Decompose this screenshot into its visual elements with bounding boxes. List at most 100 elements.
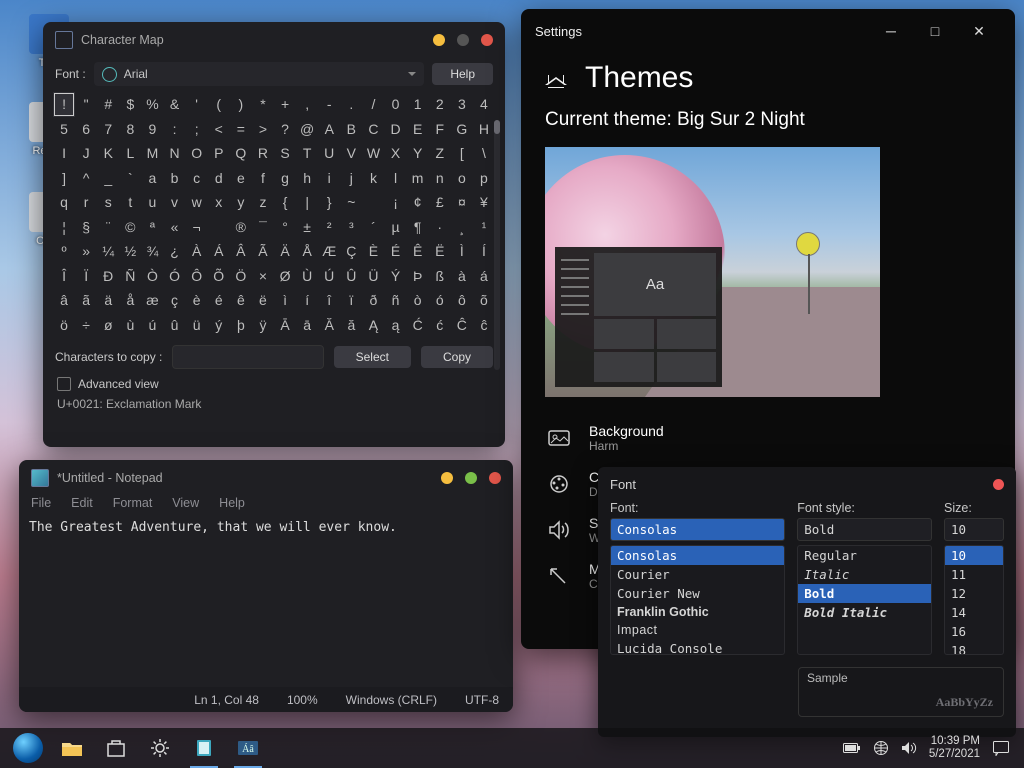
char-cell[interactable]: 3 bbox=[451, 92, 473, 117]
char-cell[interactable]: l bbox=[385, 166, 407, 191]
char-cell[interactable]: Æ bbox=[318, 239, 340, 264]
char-cell[interactable]: Á bbox=[208, 239, 230, 264]
char-cell[interactable]: À bbox=[186, 239, 208, 264]
char-cell[interactable]: ° bbox=[274, 215, 296, 240]
char-cell[interactable]: ´ bbox=[362, 215, 384, 240]
char-cell[interactable]: z bbox=[252, 190, 274, 215]
char-cell[interactable]: Õ bbox=[208, 264, 230, 289]
char-cell[interactable]: > bbox=[252, 117, 274, 142]
char-cell[interactable]: õ bbox=[473, 288, 495, 313]
char-cell[interactable]: M bbox=[141, 141, 163, 166]
char-cell[interactable]: ~ bbox=[340, 190, 362, 215]
char-cell[interactable]: ­ bbox=[208, 215, 230, 240]
menu-file[interactable]: File bbox=[31, 496, 51, 510]
char-cell[interactable]: B bbox=[340, 117, 362, 142]
list-item[interactable]: Courier bbox=[611, 565, 784, 584]
char-cell[interactable]: r bbox=[75, 190, 97, 215]
char-cell[interactable]: p bbox=[473, 166, 495, 191]
char-cell[interactable]: 5 bbox=[53, 117, 75, 142]
char-cell[interactable]: æ bbox=[141, 288, 163, 313]
menu-view[interactable]: View bbox=[172, 496, 199, 510]
volume-icon[interactable] bbox=[901, 741, 917, 755]
char-cell[interactable]: Ï bbox=[75, 264, 97, 289]
char-cell[interactable]: h bbox=[296, 166, 318, 191]
char-cell[interactable]: ĉ bbox=[473, 313, 495, 338]
char-cell[interactable]: ¦ bbox=[53, 215, 75, 240]
char-cell[interactable]: º bbox=[53, 239, 75, 264]
char-cell[interactable]: E bbox=[407, 117, 429, 142]
char-cell[interactable]: d bbox=[208, 166, 230, 191]
char-cell[interactable]: a bbox=[141, 166, 163, 191]
char-cell[interactable]: Ö bbox=[230, 264, 252, 289]
char-cell[interactable]: H bbox=[473, 117, 495, 142]
char-cell[interactable]: % bbox=[141, 92, 163, 117]
char-cell[interactable]: ^ bbox=[75, 166, 97, 191]
char-cell[interactable]: W bbox=[362, 141, 384, 166]
char-cell[interactable]: K bbox=[97, 141, 119, 166]
theme-preview[interactable]: Aa bbox=[545, 147, 880, 397]
font-size-input[interactable]: 10 bbox=[944, 518, 1004, 541]
char-cell[interactable]: P bbox=[208, 141, 230, 166]
notifications-icon[interactable] bbox=[992, 740, 1010, 756]
char-cell[interactable]: ' bbox=[186, 92, 208, 117]
char-cell[interactable]: Ô bbox=[186, 264, 208, 289]
list-item[interactable]: Lucida Console bbox=[611, 639, 784, 655]
char-cell[interactable]: \ bbox=[473, 141, 495, 166]
char-cell[interactable]: ® bbox=[230, 215, 252, 240]
char-cell[interactable]: ê bbox=[230, 288, 252, 313]
char-cell[interactable]: L bbox=[119, 141, 141, 166]
notepad-titlebar[interactable]: *Untitled - Notepad bbox=[19, 460, 513, 496]
char-cell[interactable]: Ù bbox=[296, 264, 318, 289]
close-icon[interactable] bbox=[489, 472, 501, 484]
char-cell[interactable]: . bbox=[340, 92, 362, 117]
char-cell[interactable]: < bbox=[208, 117, 230, 142]
char-cell[interactable]: : bbox=[164, 117, 186, 142]
char-cell[interactable]: x bbox=[208, 190, 230, 215]
char-cell[interactable]: k bbox=[362, 166, 384, 191]
char-cell[interactable]: î bbox=[318, 288, 340, 313]
char-cell[interactable]: þ bbox=[230, 313, 252, 338]
char-cell[interactable]: e bbox=[230, 166, 252, 191]
menu-edit[interactable]: Edit bbox=[71, 496, 93, 510]
char-cell[interactable]: / bbox=[362, 92, 384, 117]
char-cell[interactable]: 8 bbox=[119, 117, 141, 142]
char-cell[interactable]: { bbox=[274, 190, 296, 215]
char-cell[interactable]: ú bbox=[141, 313, 163, 338]
char-cell[interactable]: Â bbox=[230, 239, 252, 264]
char-cell[interactable]: ª bbox=[141, 215, 163, 240]
minimize-icon[interactable] bbox=[433, 34, 445, 46]
char-cell[interactable]: ç bbox=[164, 288, 186, 313]
char-cell[interactable]: à bbox=[451, 264, 473, 289]
char-cell[interactable]: ý bbox=[208, 313, 230, 338]
minimize-icon[interactable]: ─ bbox=[869, 23, 913, 39]
font-style-list[interactable]: RegularItalicBoldBold Italic bbox=[797, 545, 932, 655]
char-cell[interactable]: ( bbox=[208, 92, 230, 117]
char-cell[interactable]: } bbox=[318, 190, 340, 215]
char-cell[interactable]: j bbox=[340, 166, 362, 191]
maximize-icon[interactable]: □ bbox=[913, 23, 957, 39]
char-cell[interactable]: ï bbox=[340, 288, 362, 313]
settings-row-background[interactable]: BackgroundHarm bbox=[521, 415, 1015, 461]
advanced-view-checkbox[interactable] bbox=[57, 377, 71, 391]
char-cell[interactable]: É bbox=[385, 239, 407, 264]
char-cell[interactable]: Ì bbox=[451, 239, 473, 264]
char-cell[interactable]: = bbox=[230, 117, 252, 142]
char-cell[interactable]: ð bbox=[362, 288, 384, 313]
font-name-input[interactable]: Consolas bbox=[610, 518, 785, 541]
char-cell[interactable]: ò bbox=[407, 288, 429, 313]
char-cell[interactable] bbox=[362, 190, 384, 215]
char-cell[interactable]: R bbox=[252, 141, 274, 166]
char-cell[interactable]: ¥ bbox=[473, 190, 495, 215]
char-cell[interactable]: g bbox=[274, 166, 296, 191]
maximize-icon[interactable] bbox=[457, 34, 469, 46]
char-cell[interactable]: Ê bbox=[407, 239, 429, 264]
font-size-list[interactable]: 10111214161820 bbox=[944, 545, 1004, 655]
list-item[interactable]: 14 bbox=[945, 603, 1003, 622]
char-cell[interactable]: V bbox=[340, 141, 362, 166]
minimize-icon[interactable] bbox=[441, 472, 453, 484]
char-cell[interactable]: + bbox=[274, 92, 296, 117]
char-cell[interactable]: ² bbox=[318, 215, 340, 240]
help-button[interactable]: Help bbox=[432, 63, 493, 85]
char-cell[interactable]: Ð bbox=[97, 264, 119, 289]
char-cell[interactable]: @ bbox=[296, 117, 318, 142]
